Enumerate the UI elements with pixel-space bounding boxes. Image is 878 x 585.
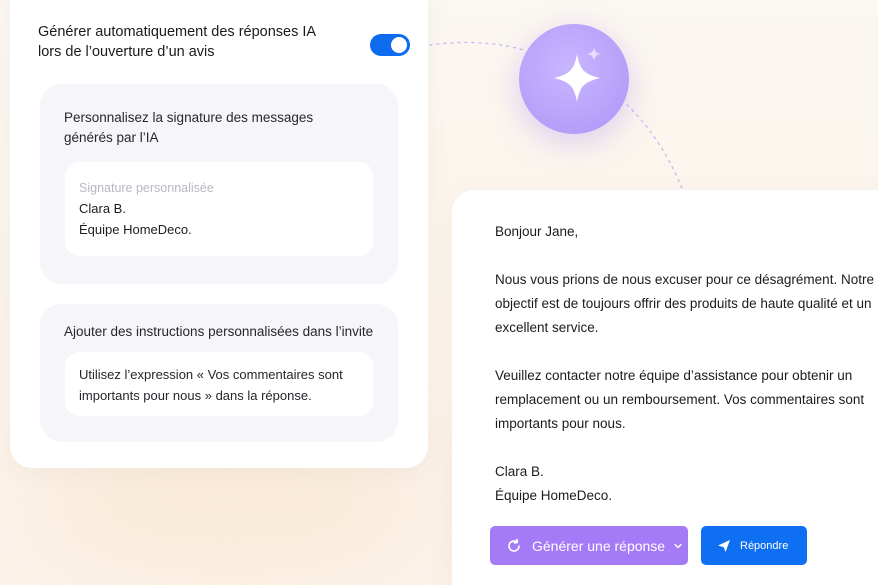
ai-settings-card: Générer automatiquement des réponses IA … — [10, 0, 428, 468]
signature-panel: Personnalisez la signature des messages … — [40, 84, 398, 284]
reply-button-label: Répondre — [740, 539, 789, 552]
toggle-knob — [391, 37, 407, 53]
generate-reply-label: Générer une réponse — [532, 537, 666, 554]
reply-greeting: Bonjour Jane, — [495, 224, 579, 239]
reply-paragraph: Nous vous prions de nous excuser pour ce… — [495, 272, 874, 335]
signature-placeholder: Signature personnalisée — [79, 181, 214, 195]
instructions-panel-title: Ajouter des instructions personnalisées … — [64, 324, 374, 339]
signature-input[interactable]: Signature personnalisée Clara B. Équipe … — [65, 162, 373, 256]
refresh-icon — [508, 538, 520, 552]
auto-generate-toggle[interactable] — [370, 34, 410, 56]
ai-orb — [519, 24, 629, 134]
instructions-input[interactable]: Utilisez l’expression « Vos commentaires… — [65, 352, 373, 416]
reply-button[interactable]: Répondre — [701, 526, 807, 565]
reply-signature: Clara B. Équipe HomeDeco. — [495, 460, 875, 508]
sparkle-icon — [554, 47, 601, 102]
reply-text[interactable]: Bonjour Jane, Nous vous prions de nous e… — [495, 220, 875, 508]
instructions-text: Utilisez l’expression « Vos commentaires… — [79, 367, 343, 403]
auto-generate-label: Générer automatiquement des réponses IA … — [38, 24, 316, 60]
chevron-down-icon[interactable] — [673, 541, 683, 551]
generated-reply-card: Bonjour Jane, Nous vous prions de nous e… — [452, 190, 878, 585]
instructions-panel: Ajouter des instructions personnalisées … — [40, 304, 398, 442]
auto-generate-row: Générer automatiquement des réponses IA … — [38, 22, 410, 62]
signature-line: Clara B. — [79, 201, 126, 216]
signature-panel-title: Personnalisez la signature des messages … — [64, 110, 314, 145]
reply-signature-line: Clara B. — [495, 464, 544, 479]
send-icon — [718, 539, 730, 552]
reply-signature-line: Équipe HomeDeco. — [495, 488, 613, 503]
reply-paragraph: Veuillez contacter notre équipe d’assist… — [495, 368, 865, 431]
signature-line: Équipe HomeDeco. — [79, 222, 192, 237]
generate-reply-button[interactable]: Générer une réponse — [490, 526, 688, 565]
